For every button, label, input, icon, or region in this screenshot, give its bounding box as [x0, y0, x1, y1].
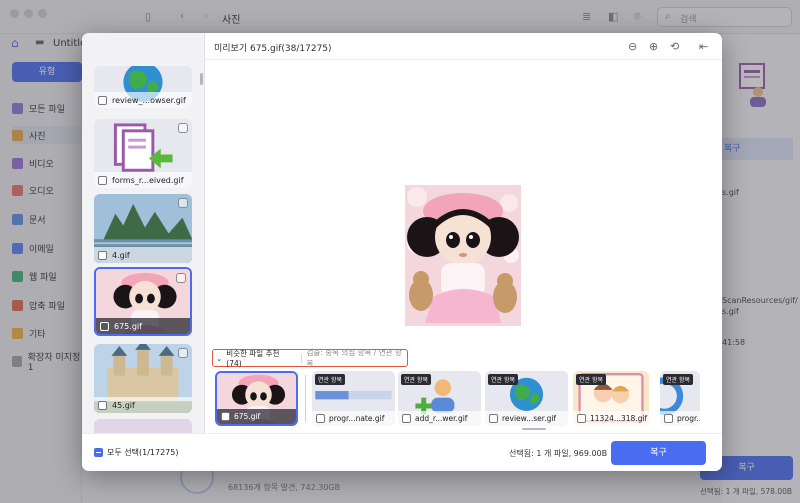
thumbnail-label-bar: progr...nate.gif [312, 411, 395, 426]
chevron-down-icon[interactable]: ⌄ [216, 354, 222, 363]
modal-footer: 모두 선택(1/17275) 선택됨: 1 개 파일, 969.00B 복구 [82, 433, 722, 471]
select-all-checkbox[interactable]: 모두 선택(1/17275) [94, 447, 178, 458]
thumbnail-checkbox[interactable] [489, 414, 498, 423]
thumbnail-label-bar: 45.gif [94, 397, 192, 413]
thumbnail-filename: 11324...318.gif [590, 414, 648, 423]
similar-file-thumbnail[interactable]: 연관 항목 progr...nate.gif [312, 371, 395, 426]
checkbox-icon[interactable] [94, 448, 103, 457]
doll-photo [405, 185, 521, 326]
similar-file-thumbnail[interactable]: 연관 항목 11324...318.gif [573, 371, 649, 426]
compare-icon[interactable] [176, 273, 186, 283]
thumbnail-filename: progr...nate.gif [329, 414, 385, 423]
thumbnail-checkbox[interactable] [316, 414, 325, 423]
thumbnail-checkbox[interactable] [98, 175, 107, 185]
related-badge: 연관 항목 [488, 374, 518, 385]
thumbnail-checkbox[interactable] [98, 250, 107, 260]
strip-scrollbar[interactable] [522, 428, 546, 430]
compare-icon[interactable] [178, 123, 188, 133]
thumbnail-filename: add_r...wer.gif [415, 414, 468, 423]
thumbnail-checkbox[interactable] [98, 400, 107, 410]
selection-info: 선택됨: 1 개 파일, 969.00B [509, 449, 608, 458]
related-badge: 연관 항목 [315, 374, 345, 385]
compare-icon[interactable] [178, 198, 188, 208]
related-badge: 연관 항목 [576, 374, 606, 385]
strip-divider [305, 375, 306, 422]
thumbnail-filename: forms_r...eived.gif [112, 175, 184, 185]
thumbnail-filename: 675.gif [114, 321, 142, 331]
preview-image [405, 185, 521, 326]
collapse-panel-icon[interactable]: ⇤ [699, 40, 708, 53]
thumbnail-checkbox[interactable] [100, 321, 109, 331]
thumbnail-label-bar: 675.gif [217, 409, 296, 424]
preview-title: 미리보기 675.gif(38/17275) [214, 44, 332, 54]
rotate-icon[interactable]: ⟲ [670, 40, 679, 53]
list-scrollbar[interactable] [200, 73, 203, 85]
thumbnail-checkbox[interactable] [402, 414, 411, 423]
file-thumbnail[interactable]: review_...owser.gif [94, 66, 192, 108]
file-thumbnail[interactable]: 4.gif [94, 194, 192, 263]
thumbnail-filename: review...ser.gif [502, 414, 557, 423]
file-thumbnail[interactable]: 45.gif [94, 344, 192, 413]
thumbnail-label-bar: review_...owser.gif [94, 92, 192, 108]
thumbnail-label-bar: 675.gif [96, 318, 190, 334]
thumbnail-label-bar: 11324...318.gif [573, 411, 649, 426]
thumbnail-label-bar: progr...e [660, 411, 700, 426]
detect-label: 검출: 중복 의심 항목 / 연관 항목 [306, 348, 402, 368]
zoom-out-icon[interactable]: ⊖ [628, 40, 637, 53]
file-thumbnail[interactable]: 675.gif [94, 267, 192, 336]
zoom-in-icon[interactable]: ⊕ [649, 40, 658, 53]
select-all-label: 모두 선택(1/17275) [107, 448, 179, 457]
thumbnail-filename: progr...e [677, 414, 700, 423]
thumbnail-filename: 4.gif [112, 250, 130, 260]
similar-files-label: 비슷한 파일 추천 (74) [226, 349, 280, 368]
thumbnail-label-bar: 4.gif [94, 247, 192, 263]
preview-modal: review_...owser.gif forms_r...eived.gif 4.… [82, 33, 722, 471]
thumbnail-filename: 45.gif [112, 400, 135, 410]
similar-separator: | [299, 353, 303, 363]
file-thumbnail[interactable]: forms_r...eived.gif [94, 119, 192, 188]
thumbnail-label-bar: review...ser.gif [485, 411, 568, 426]
thumbnail-checkbox[interactable] [221, 412, 230, 421]
thumbnail-checkbox[interactable] [98, 95, 107, 105]
similar-file-thumbnail[interactable]: 연관 항목 progr...e [660, 371, 700, 426]
thumbnail-checkbox[interactable] [577, 414, 586, 423]
thumbnail-filename: 675.gif [234, 412, 261, 421]
similar-file-thumbnail[interactable]: 연관 항목 review...ser.gif [485, 371, 568, 426]
similar-file-thumbnail[interactable]: 675.gif [215, 371, 298, 426]
compare-icon[interactable] [178, 348, 188, 358]
thumbnail-label-bar: forms_r...eived.gif [94, 172, 192, 188]
thumbnail-label-bar: add_r...wer.gif [398, 411, 481, 426]
file-thumbnail-list: review_...owser.gif forms_r...eived.gif 4.… [82, 33, 205, 471]
similar-file-thumbnail[interactable]: 연관 항목 add_r...wer.gif [398, 371, 481, 426]
restore-button[interactable]: 복구 [611, 441, 706, 465]
thumbnail-filename: review_...owser.gif [112, 95, 186, 105]
thumbnail-checkbox[interactable] [664, 414, 673, 423]
header-divider [205, 59, 722, 60]
similar-files-header[interactable]: ⌄ 비슷한 파일 추천 (74) | 검출: 중복 의심 항목 / 연관 항목 [212, 348, 408, 368]
related-badge: 연관 항목 [401, 374, 431, 385]
related-badge: 연관 항목 [663, 374, 693, 385]
